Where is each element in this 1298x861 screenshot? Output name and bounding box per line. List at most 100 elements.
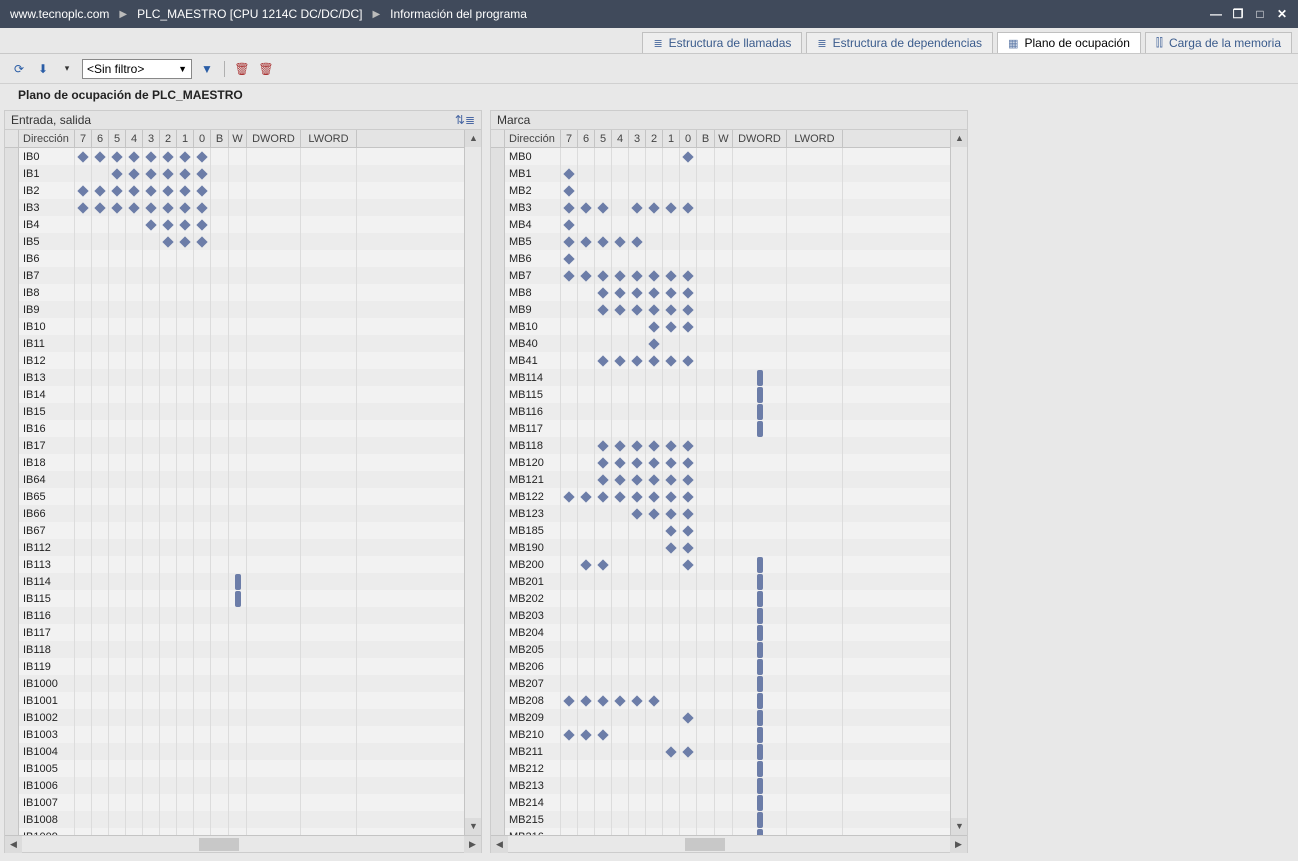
table-row[interactable]: MB8: [491, 284, 950, 301]
col-bit6[interactable]: 6: [578, 130, 595, 147]
table-row[interactable]: IB12: [5, 352, 464, 369]
col-bit3[interactable]: 3: [143, 130, 160, 147]
minimize-button[interactable]: —: [1206, 4, 1226, 24]
table-row[interactable]: IB17: [5, 437, 464, 454]
table-row[interactable]: IB67: [5, 522, 464, 539]
tab-dependency-structure[interactable]: ≣Estructura de dependencias: [806, 32, 993, 53]
table-row[interactable]: MB41: [491, 352, 950, 369]
scroll-up-icon[interactable]: ▲: [465, 130, 481, 147]
col-bit7[interactable]: 7: [75, 130, 92, 147]
table-row[interactable]: MB7: [491, 267, 950, 284]
col-dword[interactable]: DWORD: [733, 130, 787, 147]
maximize-button[interactable]: □: [1250, 4, 1270, 24]
table-row[interactable]: IB1001: [5, 692, 464, 709]
table-row[interactable]: MB214: [491, 794, 950, 811]
table-row[interactable]: IB1: [5, 165, 464, 182]
filter-select[interactable]: <Sin filtro> ▼: [82, 59, 192, 79]
col-dword[interactable]: DWORD: [247, 130, 301, 147]
table-row[interactable]: IB1008: [5, 811, 464, 828]
table-row[interactable]: IB10: [5, 318, 464, 335]
table-row[interactable]: MB2: [491, 182, 950, 199]
scroll-right-icon[interactable]: ▶: [464, 836, 481, 853]
table-row[interactable]: IB3: [5, 199, 464, 216]
col-w[interactable]: W: [715, 130, 733, 147]
table-row[interactable]: MB212: [491, 760, 950, 777]
vscrollbar[interactable]: ▲▼: [464, 130, 481, 835]
table-row[interactable]: MB117: [491, 420, 950, 437]
table-row[interactable]: IB1002: [5, 709, 464, 726]
table-row[interactable]: IB64: [5, 471, 464, 488]
close-button[interactable]: ✕: [1272, 4, 1292, 24]
table-row[interactable]: MB121: [491, 471, 950, 488]
table-row[interactable]: MB206: [491, 658, 950, 675]
scroll-down-icon[interactable]: ▼: [465, 818, 481, 835]
table-row[interactable]: MB0: [491, 148, 950, 165]
download-icon[interactable]: ⬇: [34, 60, 52, 78]
table-row[interactable]: IB1007: [5, 794, 464, 811]
col-address[interactable]: Dirección: [19, 130, 75, 147]
table-row[interactable]: IB15: [5, 403, 464, 420]
filter-icon[interactable]: ▼: [198, 60, 216, 78]
table-row[interactable]: IB8: [5, 284, 464, 301]
tab-call-structure[interactable]: ≣Estructura de llamadas: [642, 32, 802, 53]
col-bit0[interactable]: 0: [194, 130, 211, 147]
hscrollbar[interactable]: ◀▶: [5, 835, 481, 852]
table-row[interactable]: IB117: [5, 624, 464, 641]
restore-button[interactable]: ❐: [1228, 4, 1248, 24]
table-row[interactable]: IB112: [5, 539, 464, 556]
table-row[interactable]: IB18: [5, 454, 464, 471]
col-bit5[interactable]: 5: [109, 130, 126, 147]
table-row[interactable]: IB118: [5, 641, 464, 658]
col-bit2[interactable]: 2: [160, 130, 177, 147]
table-row[interactable]: IB7: [5, 267, 464, 284]
table-row[interactable]: IB11: [5, 335, 464, 352]
table-row[interactable]: MB205: [491, 641, 950, 658]
col-bit2[interactable]: 2: [646, 130, 663, 147]
table-row[interactable]: IB65: [5, 488, 464, 505]
table-row[interactable]: MB200: [491, 556, 950, 573]
table-row[interactable]: MB210: [491, 726, 950, 743]
table-row[interactable]: MB40: [491, 335, 950, 352]
table-row[interactable]: IB1000: [5, 675, 464, 692]
dropdown-arrow-icon[interactable]: ▾: [58, 60, 76, 78]
table-row[interactable]: MB204: [491, 624, 950, 641]
scroll-right-icon[interactable]: ▶: [950, 836, 967, 853]
table-row[interactable]: IB66: [5, 505, 464, 522]
column-options-icon[interactable]: ⇅≣: [455, 113, 475, 127]
table-row[interactable]: MB123: [491, 505, 950, 522]
table-row[interactable]: MB190: [491, 539, 950, 556]
table-row[interactable]: IB113: [5, 556, 464, 573]
table-row[interactable]: IB9: [5, 301, 464, 318]
col-bit3[interactable]: 3: [629, 130, 646, 147]
tab-assignment-plan[interactable]: ▦Plano de ocupación: [997, 32, 1141, 53]
col-b[interactable]: B: [697, 130, 715, 147]
col-bit4[interactable]: 4: [126, 130, 143, 147]
table-row[interactable]: MB201: [491, 573, 950, 590]
table-row[interactable]: MB208: [491, 692, 950, 709]
delete-icon[interactable]: 🗑: [233, 60, 251, 78]
table-row[interactable]: MB5: [491, 233, 950, 250]
col-bit6[interactable]: 6: [92, 130, 109, 147]
col-w[interactable]: W: [229, 130, 247, 147]
table-row[interactable]: MB115: [491, 386, 950, 403]
table-row[interactable]: IB1003: [5, 726, 464, 743]
col-lword[interactable]: LWORD: [301, 130, 357, 147]
col-bit4[interactable]: 4: [612, 130, 629, 147]
table-row[interactable]: MB216: [491, 828, 950, 835]
table-row[interactable]: MB203: [491, 607, 950, 624]
col-bit7[interactable]: 7: [561, 130, 578, 147]
table-row[interactable]: IB116: [5, 607, 464, 624]
table-row[interactable]: IB115: [5, 590, 464, 607]
table-row[interactable]: MB202: [491, 590, 950, 607]
table-row[interactable]: IB1006: [5, 777, 464, 794]
table-row[interactable]: IB119: [5, 658, 464, 675]
col-bit5[interactable]: 5: [595, 130, 612, 147]
table-row[interactable]: MB4: [491, 216, 950, 233]
table-row[interactable]: MB207: [491, 675, 950, 692]
hscrollbar[interactable]: ◀▶: [491, 835, 967, 852]
table-row[interactable]: MB118: [491, 437, 950, 454]
table-row[interactable]: MB185: [491, 522, 950, 539]
table-row[interactable]: MB10: [491, 318, 950, 335]
scroll-left-icon[interactable]: ◀: [491, 836, 508, 853]
table-row[interactable]: MB120: [491, 454, 950, 471]
